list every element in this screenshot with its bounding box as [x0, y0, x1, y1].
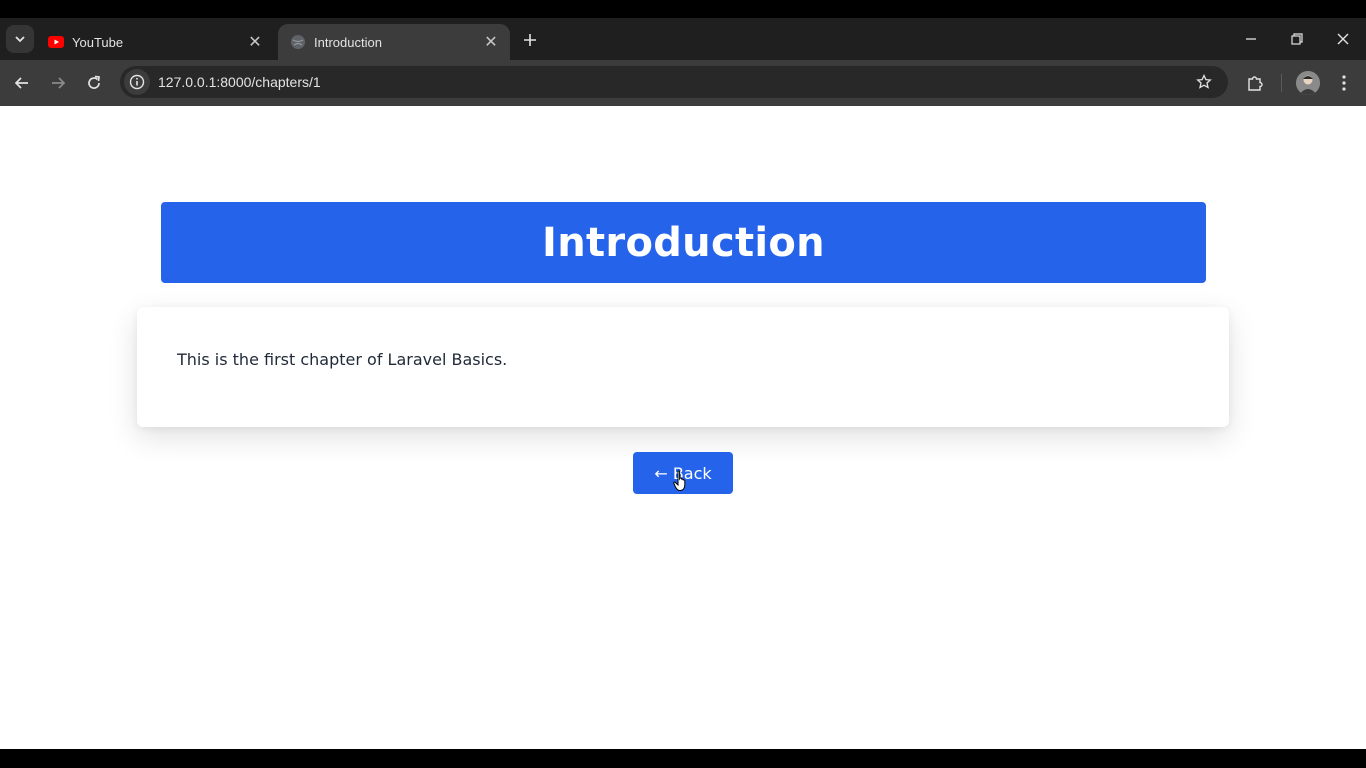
arrow-left-icon: [14, 77, 28, 89]
tab-introduction[interactable]: Introduction ✕: [278, 24, 510, 60]
globe-icon: [290, 34, 306, 50]
back-nav-button[interactable]: [8, 69, 36, 97]
site-info-icon[interactable]: [124, 69, 150, 95]
tab-title: YouTube: [72, 34, 124, 50]
close-tab-icon[interactable]: ✕: [246, 33, 264, 51]
minimize-button[interactable]: [1236, 26, 1266, 52]
more-vertical-icon: [1342, 75, 1346, 91]
screen-bottom-border: [0, 749, 1366, 768]
page-title: Introduction: [542, 219, 825, 266]
screen: YouTube ✕ Introduction ✕ 127.0.0.1:8000/…: [0, 0, 1366, 768]
profile-icon: [1296, 71, 1320, 95]
toolbar-separator: [1281, 74, 1282, 92]
forward-nav-button[interactable]: [44, 69, 72, 97]
new-tab-button[interactable]: [518, 28, 542, 52]
browser-window: YouTube ✕ Introduction ✕ 127.0.0.1:8000/…: [0, 18, 1366, 106]
close-icon: [1337, 33, 1349, 45]
page-header: Introduction: [161, 202, 1206, 283]
youtube-icon: [48, 34, 64, 50]
reload-icon: [88, 75, 100, 89]
tab-title: Introduction: [314, 34, 382, 50]
reload-button[interactable]: [80, 69, 108, 97]
hand-cursor-icon: [673, 470, 686, 491]
tab-search-button[interactable]: [6, 25, 34, 53]
url-text[interactable]: 127.0.0.1:8000/chapters/1: [158, 74, 1190, 90]
arrow-right-icon: [52, 77, 66, 89]
plus-icon: [524, 34, 536, 46]
puzzle-icon: [1248, 76, 1263, 91]
bookmark-star-icon[interactable]: [1190, 68, 1218, 96]
extensions-button[interactable]: [1241, 69, 1269, 97]
profile-avatar[interactable]: [1296, 71, 1320, 95]
minimize-icon: [1246, 38, 1256, 40]
restore-button[interactable]: [1282, 26, 1312, 52]
close-tab-icon[interactable]: ✕: [482, 33, 500, 51]
chapter-body-text: This is the first chapter of Laravel Bas…: [177, 350, 508, 369]
chevron-down-icon: [15, 36, 25, 43]
page-viewport: Introduction This is the first chapter o…: [0, 106, 1366, 749]
content-card: This is the first chapter of Laravel Bas…: [137, 307, 1229, 427]
tab-strip: YouTube ✕ Introduction ✕: [0, 18, 1366, 60]
restore-icon: [1291, 33, 1303, 45]
address-bar[interactable]: 127.0.0.1:8000/chapters/1: [120, 66, 1228, 98]
tab-youtube[interactable]: YouTube ✕: [36, 24, 274, 60]
menu-button[interactable]: [1330, 69, 1358, 97]
close-window-button[interactable]: [1328, 26, 1358, 52]
browser-toolbar: 127.0.0.1:8000/chapters/1: [0, 60, 1366, 106]
